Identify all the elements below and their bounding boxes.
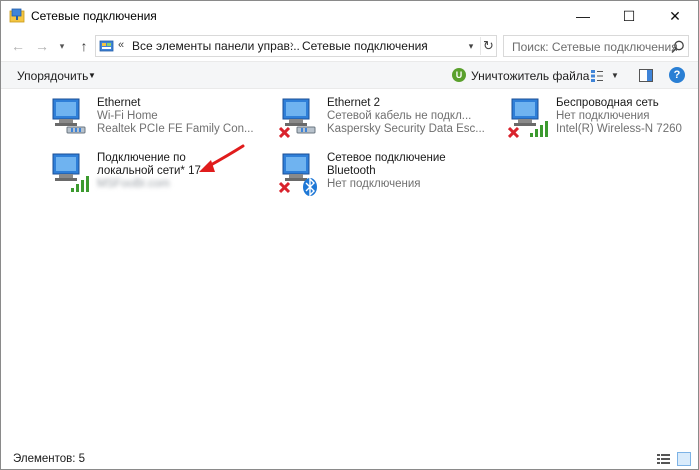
network-adapter-disconnected-icon xyxy=(279,98,316,139)
view-options-icon[interactable] xyxy=(590,69,604,83)
annotation-arrow-icon xyxy=(199,144,245,172)
file-shredder-icon[interactable]: U xyxy=(452,68,466,82)
bluetooth-adapter-disconnected-icon xyxy=(279,153,317,196)
connection-item-ethernet-2[interactable]: Ethernet 2 Сетевой кабель не подкл... Ka… xyxy=(279,97,501,147)
connection-name-line2: Bluetooth xyxy=(327,165,376,177)
connection-device: Kaspersky Security Data Esc... xyxy=(327,123,485,135)
network-connections-window: Сетевые подключения — ☐ ✕ ← → ▾ ↑ « Все … xyxy=(0,0,699,470)
minimize-button[interactable]: — xyxy=(560,1,606,31)
wireless-adapter-disconnected-icon xyxy=(508,98,548,139)
preview-pane-icon[interactable] xyxy=(639,69,653,82)
navigation-bar: ← → ▾ ↑ « Все элементы панели управ... ›… xyxy=(1,31,698,61)
address-bar[interactable]: « Все элементы панели управ... › Сетевые… xyxy=(95,35,497,57)
command-bar: Упорядочить ▼ U Уничтожитель файла ▼ ? xyxy=(1,61,698,89)
organize-menu[interactable]: Упорядочить xyxy=(17,69,88,83)
network-adapter-icon xyxy=(52,98,86,134)
tiles-view-icon[interactable] xyxy=(677,452,691,466)
connection-name: Беспроводная сеть xyxy=(556,97,659,109)
connection-device: Realtek PCIe FE Family Con... xyxy=(97,123,254,135)
search-box[interactable]: Поиск: Сетевые подключения xyxy=(503,35,689,57)
breadcrumb-overflow[interactable]: « xyxy=(118,39,124,51)
connection-device: Intel(R) Wireless-N 7260 xyxy=(556,123,682,135)
details-view-icon[interactable] xyxy=(657,453,670,465)
search-icon[interactable] xyxy=(670,39,686,55)
network-folder-icon xyxy=(9,8,25,23)
file-shredder-button[interactable]: Уничтожитель файла xyxy=(471,69,589,83)
connection-item-wireless[interactable]: Беспроводная сеть Нет подключения Intel(… xyxy=(508,97,699,147)
connection-status: Сетевой кабель не подкл... xyxy=(327,110,472,122)
connection-item-bluetooth[interactable]: Сетевое подключение Bluetooth Нет подклю… xyxy=(279,152,501,202)
breadcrumb-network-connections[interactable]: Сетевые подключения xyxy=(302,39,428,53)
window-title: Сетевые подключения xyxy=(31,9,157,23)
up-button[interactable]: ↑ xyxy=(75,37,93,55)
refresh-button[interactable]: ↻ xyxy=(480,37,496,55)
chevron-down-icon[interactable]: ▼ xyxy=(88,71,96,80)
connection-device-blurred: MSFooBr.com xyxy=(97,178,170,190)
connection-status: Нет подключения xyxy=(556,110,650,122)
connection-status: Wi-Fi Home xyxy=(97,110,158,122)
connection-name-line2: локальной сети* 17 xyxy=(97,165,201,177)
connection-name: Ethernet 2 xyxy=(327,97,381,109)
breadcrumb-separator[interactable]: › xyxy=(424,39,428,51)
connection-status: Нет подключения xyxy=(327,178,421,190)
close-button[interactable]: ✕ xyxy=(652,1,698,31)
maximize-button[interactable]: ☐ xyxy=(606,1,652,31)
connection-name: Подключение по xyxy=(97,152,186,164)
title-bar[interactable]: Сетевые подключения — ☐ ✕ xyxy=(1,1,698,31)
breadcrumb-separator[interactable]: › xyxy=(290,39,294,51)
connection-name: Ethernet xyxy=(97,97,141,109)
address-dropdown-button[interactable]: ▾ xyxy=(464,38,478,54)
forward-button[interactable]: → xyxy=(33,37,51,55)
connection-item-ethernet[interactable]: Ethernet Wi-Fi Home Realtek PCIe FE Fami… xyxy=(49,97,271,147)
recent-locations-button[interactable]: ▾ xyxy=(55,37,69,55)
control-panel-icon xyxy=(99,40,114,52)
breadcrumb-control-panel[interactable]: Все элементы панели управ... xyxy=(132,39,300,53)
wireless-adapter-connected-icon xyxy=(52,153,89,192)
search-input[interactable]: Поиск: Сетевые подключения xyxy=(512,40,678,54)
view-chevron-down-icon[interactable]: ▼ xyxy=(611,71,619,80)
help-icon[interactable]: ? xyxy=(669,67,685,83)
back-button[interactable]: ← xyxy=(9,37,27,55)
item-count: Элементов: 5 xyxy=(13,453,86,465)
connection-name: Сетевое подключение xyxy=(327,152,446,164)
status-bar: Элементов: 5 xyxy=(1,449,698,469)
